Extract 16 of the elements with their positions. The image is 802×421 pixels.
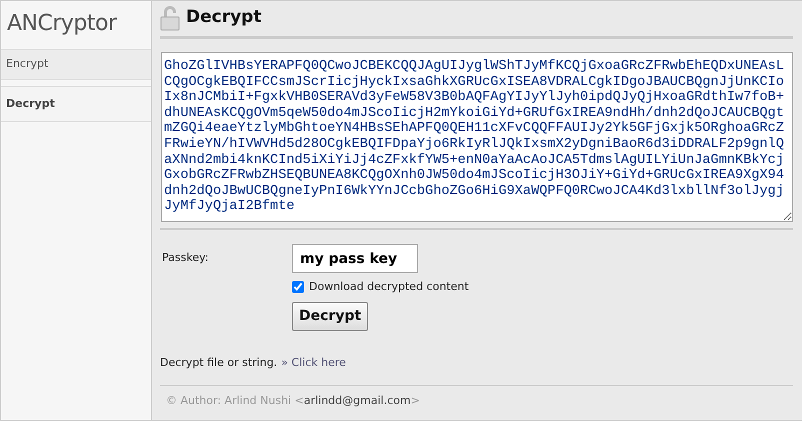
page-title: Decrypt — [186, 6, 262, 30]
sidebar-item[interactable]: Decrypt — [1, 86, 151, 122]
content-textarea[interactable]: GhoZGlIVHBsYERAPFQ0QCwoJCBEKCQQJAgUIJyglWShTJyMfKCQjGxoaGRcZFRwbEhEQDxUNEAsL CQgOCgkEBQIFCCsmJScrIicjHyckIxsaGhkXGRUcGxISEA8VDRALCgkIDgoJBAUCBQgnJjUnKCIo Ix8nJCMbiI+FgxkVHB0SERAVd3yFeW58V3B0bAQFAgYIJyYlJyh0ipdQJyQjHxoaGRdthIw7foB+ dhUNEAsKCQgOVm5qeW50do4mJScoIicjH2mYkoiGiYd+GRUfGxIREA9ndHh/dnh2dQoJCAUCBQgt mZGQi4eaeYtzlyMbGhtoeYN4HBsSEhAPFQ0QEH11cXFvCQQFFAUIJy2Yk5GFjGxjk5ORghoaGRcZ FRwieYN/hIVWVHd5d28OCgkEBQIFDpaYjo6RkIyRlJQkIxsmX2yDgniBaoR6d3iDDRALF2p9gnlQ aXNnd2mbi4knKCInd5iXiYiJj4cZFxkfYW5+enN0aYaAcAoJCA5TdmslAgUILYiUnJaGmnKBkYcj GxobGRcZFRwbZHSEQBUNEA8KCQgOXnh0JW50do4mJScoIicjH3OJiY+GiYd+GRUcGxIREA9XgX94 dnh2dQoJBwUCBQgneIyPnI6WkYYnJCcbGhoZGo6HiG9XaWQPFQ0RCwoJCA4Kd3lxbllNf3olJygj JyMfJyQjaI2Bfmte — [161, 52, 793, 222]
click-here-link[interactable]: » Click here — [281, 354, 346, 371]
checkbox-label: Download decrypted content — [309, 279, 469, 295]
passkey-field[interactable]: my pass key — [292, 244, 418, 273]
decrypt-button[interactable]: Decrypt — [292, 302, 368, 330]
bracket-text: > — [410, 393, 420, 409]
sidebar-item[interactable]: Encrypt — [1, 49, 151, 80]
passkey-label: Passkey: — [162, 250, 210, 266]
download-checkbox[interactable] — [292, 281, 304, 294]
padlock-icon — [160, 5, 180, 31]
app-title: ANCryptor — [6, 10, 118, 38]
email-text: arlindd@gmail.com — [304, 393, 411, 409]
author-text: © Author: Arlind Nushi < — [166, 393, 304, 409]
hint-text: Decrypt file or string. — [160, 354, 278, 370]
